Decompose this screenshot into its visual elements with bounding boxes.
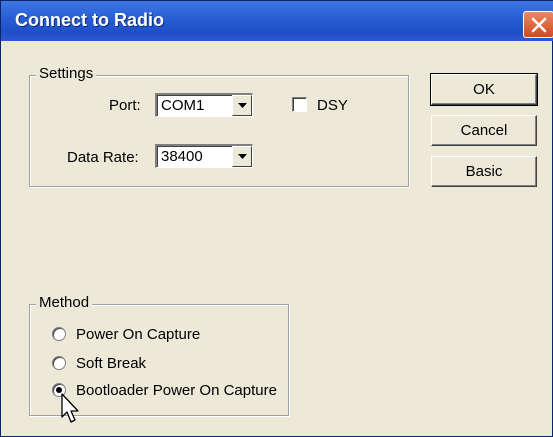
close-icon [531,17,547,33]
radio-power-on-capture-label: Power On Capture [76,326,201,343]
settings-group-label: Settings [36,65,97,82]
data-rate-select[interactable]: 38400 [155,144,253,168]
radio-soft-break-label: Soft Break [76,355,147,372]
settings-group [29,75,409,187]
ok-button[interactable]: OK [430,73,538,106]
data-rate-label: Data Rate: [67,149,139,166]
method-group-label: Method [36,294,93,311]
close-button[interactable] [523,11,553,38]
radio-power-on-capture[interactable] [52,327,66,341]
dsy-label: DSY [317,97,348,114]
window-title: Connect to Radio [15,10,164,30]
dropdown-arrow-icon [238,154,247,159]
data-rate-dropdown-button[interactable] [232,146,252,167]
cancel-button[interactable]: Cancel [431,115,537,146]
dropdown-arrow-icon [238,103,247,108]
radio-soft-break[interactable] [52,356,66,370]
connect-dialog: Connect to Radio Settings Port: COM1 DSY… [0,0,553,437]
port-label: Port: [109,97,141,114]
data-rate-select-value: 38400 [161,148,203,165]
port-select[interactable]: COM1 [155,93,253,117]
port-select-value: COM1 [161,97,205,114]
mouse-cursor-icon [61,393,79,423]
dsy-checkbox[interactable] [292,97,307,112]
basic-button[interactable]: Basic [431,156,537,187]
port-dropdown-button[interactable] [232,95,252,116]
title-bar: Connect to Radio [1,1,553,41]
radio-bootloader-power-on-capture-label: Bootloader Power On Capture [76,382,277,399]
